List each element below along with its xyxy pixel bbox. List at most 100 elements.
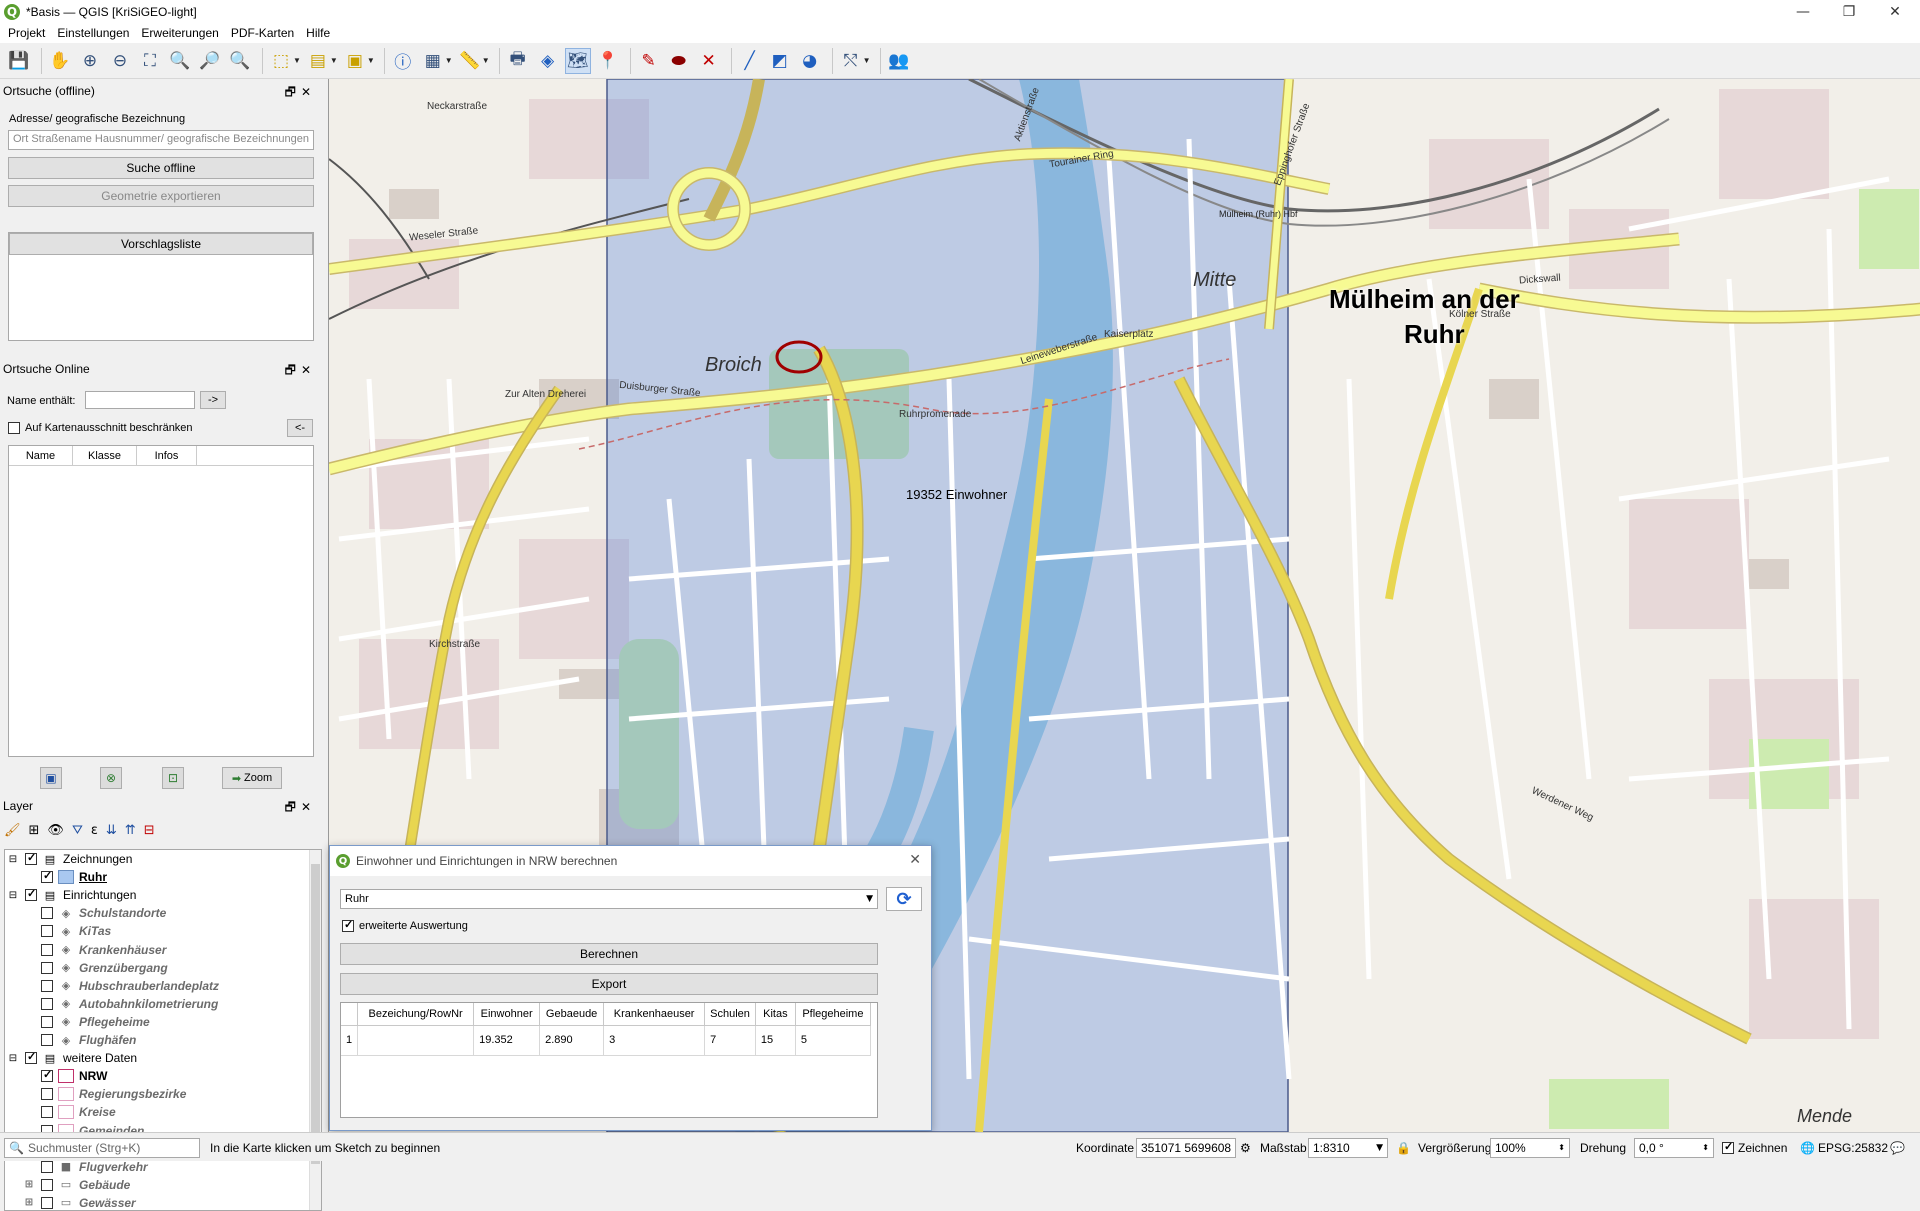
layer-item[interactable]: Regierungsbezirke: [5, 1085, 186, 1103]
layer-visibility-checkbox[interactable]: [41, 1015, 53, 1028]
scale-select[interactable]: 1:8310 ▼: [1308, 1137, 1388, 1158]
layer-visibility-checkbox[interactable]: [41, 997, 53, 1010]
layer-visibility-checkbox[interactable]: [25, 1050, 37, 1065]
layer-visibility-checkbox[interactable]: [41, 1034, 53, 1046]
results-table[interactable]: Bezeichung/RowNr Einwohner Gebaeude Kran…: [340, 1002, 878, 1118]
table-cell[interactable]: 19.352: [473, 1025, 541, 1056]
table-cell[interactable]: 15: [755, 1025, 796, 1056]
visibility-icon[interactable]: 👁: [47, 823, 64, 838]
layer-visibility-checkbox[interactable]: [41, 907, 53, 920]
print-icon[interactable]: 🖶: [505, 48, 531, 74]
map-zoom-icon[interactable]: ⊗: [100, 767, 122, 789]
collapse-all-icon[interactable]: ⇈: [125, 823, 136, 838]
zoom-full-icon[interactable]: ⛶: [137, 48, 163, 74]
expand-icon[interactable]: ⊞: [23, 1179, 35, 1190]
layer-item[interactable]: NRW: [5, 1067, 107, 1085]
layer-item[interactable]: ◈ Krankenhäuser: [5, 941, 166, 959]
go-button[interactable]: ->: [200, 391, 226, 409]
save-icon[interactable]: 💾: [6, 48, 32, 74]
column-header-krankenhaeuser[interactable]: Krankenhaeuser: [603, 1003, 706, 1026]
menu-projekt[interactable]: Projekt: [2, 26, 51, 40]
dialog-close-icon[interactable]: ✕: [909, 852, 921, 868]
dropdown-arrow-icon[interactable]: ▼: [863, 56, 871, 65]
layer-visibility-checkbox[interactable]: [41, 961, 53, 974]
minimize-button[interactable]: —: [1780, 0, 1826, 23]
table-cell[interactable]: 3: [603, 1025, 706, 1056]
layer-item[interactable]: ⊟ ▤ weitere Daten: [5, 1049, 137, 1067]
layer-visibility-checkbox[interactable]: [25, 887, 37, 902]
extended-checkbox[interactable]: [342, 918, 354, 932]
remove-layer-icon[interactable]: ⊟: [144, 823, 155, 838]
layer-item[interactable]: ◈ Flughäfen: [5, 1031, 136, 1049]
column-header-klasse[interactable]: Klasse: [73, 446, 137, 465]
style-icon[interactable]: 🖌: [4, 823, 21, 838]
dropdown-arrow-icon[interactable]: ▼: [482, 56, 490, 65]
layer-item[interactable]: ◈ Schulstandorte: [5, 904, 166, 922]
table-cell[interactable]: 7: [704, 1025, 756, 1056]
layer-select[interactable]: Ruhr ▼: [340, 889, 878, 909]
layer-visibility-checkbox[interactable]: [41, 1068, 53, 1083]
chevron-down-icon[interactable]: ▼: [1376, 1143, 1383, 1153]
online-results-table[interactable]: Name Klasse Infos: [8, 445, 314, 757]
export-geometry-button[interactable]: Geometrie exportieren: [8, 185, 314, 207]
column-header-pflegeheime[interactable]: Pflegeheime: [795, 1003, 871, 1026]
restrict-button[interactable]: <-: [287, 419, 313, 437]
delete-icon[interactable]: ✕: [696, 48, 722, 74]
column-header-infos[interactable]: Infos: [137, 446, 197, 465]
deselect-icon[interactable]: ▣: [342, 48, 368, 74]
select-icon[interactable]: ⬚: [268, 48, 294, 74]
measure-icon[interactable]: 📏: [457, 48, 483, 74]
layer-item[interactable]: ◈ Grenzübergang: [5, 959, 168, 977]
layer-visibility-checkbox[interactable]: [41, 869, 53, 884]
identify-icon[interactable]: ⓘ: [390, 48, 416, 74]
refresh-button[interactable]: ⟳: [886, 887, 922, 911]
layer-item[interactable]: ◈ Pflegeheime: [5, 1013, 150, 1031]
zoom-selection-icon[interactable]: 🔎: [197, 48, 223, 74]
line-icon[interactable]: ╱: [737, 48, 763, 74]
attribute-select-icon[interactable]: ▤: [305, 48, 331, 74]
column-header-bezeichnung[interactable]: Bezeichung/RowNr: [357, 1003, 475, 1026]
messages-icon[interactable]: 💬: [1890, 1133, 1905, 1162]
layer-visibility-checkbox[interactable]: [41, 943, 53, 956]
route-icon[interactable]: ⤲: [838, 48, 864, 74]
attribute-table-icon[interactable]: ▦: [420, 48, 446, 74]
info-icon[interactable]: ▣: [40, 767, 62, 789]
layer-visibility-checkbox[interactable]: [41, 1178, 53, 1191]
crs-button[interactable]: 🌐 EPSG:25832: [1800, 1133, 1888, 1162]
layers-icon[interactable]: ◈: [535, 48, 561, 74]
table-row[interactable]: 1 19.352 2.890 3 7 15 5: [341, 1025, 871, 1056]
table-cell[interactable]: 5: [795, 1025, 871, 1056]
locator-search[interactable]: 🔍 Suchmuster (Strg+K): [4, 1133, 200, 1162]
map-extent-icon[interactable]: ⊡: [162, 767, 184, 789]
menu-pdf-karten[interactable]: PDF-Karten: [225, 26, 300, 40]
layer-item[interactable]: ◈ Autobahnkilometrierung: [5, 995, 218, 1013]
chevron-down-icon[interactable]: ▼: [866, 894, 873, 904]
layer-visibility-checkbox[interactable]: [41, 1106, 53, 1119]
export-button[interactable]: Export: [340, 973, 878, 995]
name-contains-input[interactable]: [85, 391, 195, 409]
column-header-name[interactable]: Name: [9, 446, 73, 465]
suggestions-list[interactable]: Vorschlagsliste: [8, 232, 314, 341]
rotation-spinbox[interactable]: 0,0 ° ⬍: [1634, 1137, 1714, 1158]
render-toggle[interactable]: Zeichnen: [1722, 1133, 1787, 1162]
maximize-button[interactable]: ❐: [1826, 0, 1872, 23]
column-header-gebaeude[interactable]: Gebaeude: [539, 1003, 605, 1026]
collapse-icon[interactable]: ⊟: [7, 1053, 19, 1064]
dropdown-arrow-icon[interactable]: ▼: [330, 56, 338, 65]
spinner-icon[interactable]: ⬍: [1558, 1143, 1565, 1152]
float-panel-icon[interactable]: 🗗: [285, 85, 301, 99]
coordinate-input[interactable]: 351071 5699608: [1136, 1137, 1236, 1158]
layer-visibility-checkbox[interactable]: [41, 979, 53, 992]
search-offline-button[interactable]: Suche offline: [8, 157, 314, 179]
layer-item[interactable]: ⊟ ▤ Einrichtungen: [5, 886, 137, 904]
dropdown-arrow-icon[interactable]: ▼: [367, 56, 375, 65]
address-search-input[interactable]: Ort Straßename Hausnummer/ geografische …: [8, 130, 314, 150]
dropdown-arrow-icon[interactable]: ▼: [445, 56, 453, 65]
zoom-layer-icon[interactable]: 🔍: [167, 48, 193, 74]
suggestions-header-button[interactable]: Vorschlagsliste: [9, 233, 313, 255]
dropdown-arrow-icon[interactable]: ▼: [293, 56, 301, 65]
restrict-checkbox-row[interactable]: Auf Kartenausschnitt beschränken: [8, 422, 193, 434]
close-panel-icon[interactable]: ✕: [301, 363, 316, 377]
layer-visibility-checkbox[interactable]: [41, 925, 53, 938]
pan-icon[interactable]: ✋: [47, 48, 73, 74]
